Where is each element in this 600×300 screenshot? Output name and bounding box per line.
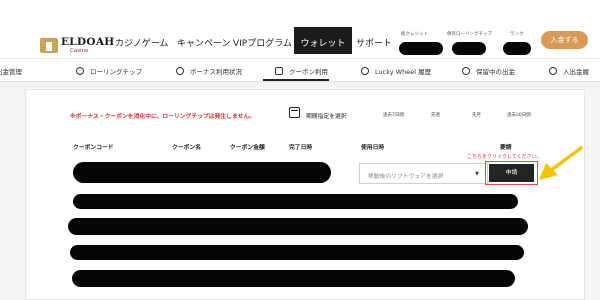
apply-button[interactable]: 申請 — [489, 164, 534, 182]
chevron-down-icon: ▼ — [475, 171, 479, 177]
rank-redaction — [503, 42, 531, 55]
subnav-pending-withdraw-label: 保留中の出金 — [476, 68, 515, 76]
gift-icon — [176, 67, 184, 75]
wheel-icon — [361, 67, 369, 75]
range-7-days[interactable]: 過去7日間 — [383, 112, 404, 118]
subnav-rolling-chip[interactable]: ローリングチップ — [76, 66, 142, 76]
header: ELDOAH Casino カジノゲーム キャンペーン VIPプログラム ウォレ… — [0, 0, 600, 58]
ticket-icon — [275, 67, 283, 75]
col-coupon-amount: クーポン金額 — [230, 145, 265, 151]
wallet-page: ELDOAH Casino カジノゲーム キャンペーン VIPプログラム ウォレ… — [0, 0, 600, 300]
subnav-coupon-use-label: クーポン利用 — [289, 68, 328, 76]
pointer-arrow-icon — [539, 146, 583, 180]
brand-sub: Casino — [70, 48, 89, 54]
rolling-notice: ※ボーナス・クーポンを消化中に、ローリングチップは発生しません。 — [70, 114, 255, 120]
brand-logo[interactable]: ELDOAH Casino — [28, 27, 114, 55]
deposit-button[interactable]: 入金する — [541, 31, 588, 49]
subnav-withdraw-mgmt[interactable]: 出金管理 — [0, 66, 22, 76]
subnav-pending-withdraw[interactable]: 保留中の出金 — [462, 66, 515, 76]
col-coupon-code: クーポンコード — [73, 145, 114, 151]
calendar-icon[interactable] — [289, 107, 300, 118]
redacted-row — [73, 162, 331, 183]
range-last-month[interactable]: 先月 — [472, 112, 481, 118]
subnav-history-label: 入出金履 — [563, 68, 589, 76]
range-30-days[interactable]: 過去30日間 — [507, 112, 531, 118]
date-range-select[interactable]: 期間指定を選択 — [306, 111, 347, 120]
nav-campaign[interactable]: キャンペーン — [177, 36, 231, 49]
col-request: 要請 — [500, 145, 512, 151]
rolling-redaction — [452, 42, 486, 55]
range-last-week[interactable]: 先週 — [431, 112, 440, 118]
subnav-bonus-status[interactable]: ボーナス利用状況 — [176, 66, 242, 76]
clock-icon — [549, 67, 557, 75]
rolling-label: 保有ローリングチップ — [447, 32, 492, 37]
subnav-lucky-wheel-label: Lucky Wheel 履歴 — [375, 68, 432, 76]
subnav-history[interactable]: 入出金履 — [549, 66, 589, 76]
col-completed-at: 完了日時 — [289, 145, 313, 151]
subnav-bonus-status-label: ボーナス利用状況 — [190, 68, 242, 76]
nav-wallet[interactable]: ウォレット — [294, 27, 352, 54]
redacted-row — [72, 270, 515, 287]
subnav-coupon-use[interactable]: クーポン利用 — [275, 66, 328, 76]
chip-icon — [76, 67, 84, 75]
col-used-at: 使用日時 — [361, 145, 385, 151]
redacted-row — [68, 218, 528, 235]
dollar-icon — [462, 67, 470, 75]
redacted-row — [73, 194, 518, 209]
software-select[interactable]: 移動後のソフトウェアを選択 ▼ — [359, 163, 488, 184]
redacted-row — [70, 245, 524, 260]
subnav-lucky-wheel[interactable]: Lucky Wheel 履歴 — [361, 66, 431, 76]
credit-redaction — [399, 42, 443, 55]
subnav-withdraw-mgmt-label: 出金管理 — [0, 68, 22, 76]
rank-label: ランク — [510, 32, 524, 37]
click-hint: こちらをクリックしてください。 — [467, 154, 542, 160]
col-coupon-name: クーポン名 — [172, 145, 201, 151]
credit-label: 総クレジット — [401, 32, 428, 37]
nav-support[interactable]: サポート — [356, 36, 392, 49]
nav-vip-program[interactable]: VIPプログラム — [233, 36, 292, 49]
subnav-active-indicator — [263, 79, 329, 81]
software-select-placeholder: 移動後のソフトウェアを選択 — [368, 174, 444, 180]
subnav-rolling-chip-label: ローリングチップ — [90, 68, 142, 76]
nav-wallet-label: ウォレット — [300, 39, 346, 49]
logo-icon — [40, 38, 58, 53]
brand-name: ELDOAH — [61, 36, 115, 48]
nav-casino-games[interactable]: カジノゲーム — [115, 36, 169, 49]
